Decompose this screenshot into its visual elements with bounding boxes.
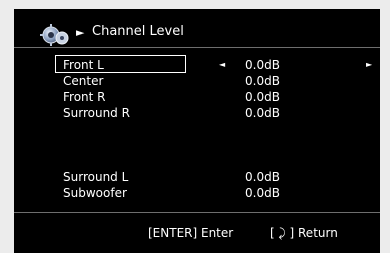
channel-label: Front R [63, 90, 106, 104]
decrease-arrow-icon[interactable]: ◄ [219, 57, 225, 73]
channel-row-center[interactable]: Center 0.0dB [55, 73, 375, 89]
channel-value: 0.0dB [245, 90, 280, 104]
footer-divider [14, 212, 380, 213]
channel-row-subwoofer[interactable]: Subwoofer 0.0dB [55, 185, 375, 201]
header-divider [14, 47, 380, 48]
channel-label: Subwoofer [63, 186, 127, 200]
return-hint: [ ⤸ ] Return [270, 226, 338, 240]
channel-row-front-l[interactable]: Front L ◄ 0.0dB ► [55, 55, 375, 73]
footer: [ENTER] Enter [ ⤸ ] Return [14, 225, 380, 241]
channel-level-screen: ► Channel Level Front L ◄ 0.0dB ► Center… [14, 9, 380, 253]
channel-label: Surround R [63, 106, 130, 120]
channel-value: 0.0dB [245, 186, 280, 200]
channel-value: 0.0dB [245, 74, 280, 88]
channel-row-front-r[interactable]: Front R 0.0dB [55, 89, 375, 105]
channel-value: 0.0dB [245, 170, 280, 184]
channel-value: 0.0dB [245, 106, 280, 120]
channel-value: 0.0dB [245, 58, 280, 72]
gear-icon [40, 24, 69, 46]
channel-row-surround-r[interactable]: Surround R 0.0dB [55, 105, 375, 121]
channel-label: Center [63, 74, 104, 88]
title-arrow-icon: ► [76, 26, 85, 39]
header: ► Channel Level [14, 9, 380, 47]
channel-label: Front L [63, 58, 104, 72]
channel-label: Surround L [63, 170, 129, 184]
increase-arrow-icon[interactable]: ► [366, 57, 372, 73]
channel-row-surround-l[interactable]: Surround L 0.0dB [55, 169, 375, 185]
enter-hint: [ENTER] Enter [148, 226, 234, 240]
page-title: Channel Level [92, 24, 184, 39]
